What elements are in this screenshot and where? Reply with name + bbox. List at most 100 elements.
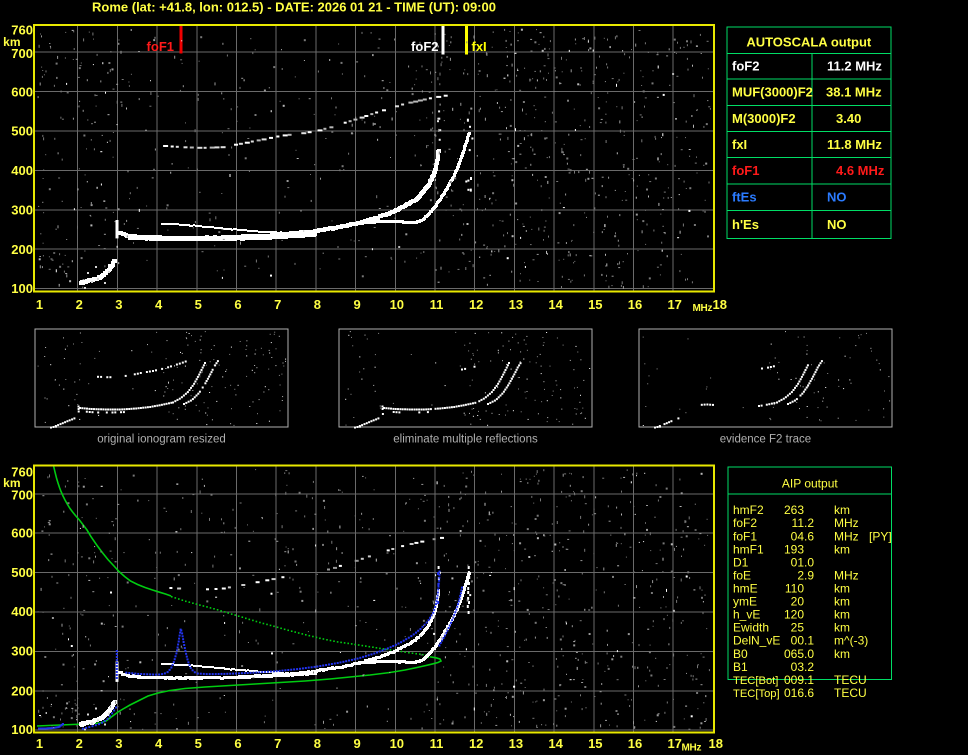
svg-text:193: 193 — [784, 542, 804, 556]
svg-text:m^(-3): m^(-3) — [834, 634, 868, 648]
svg-text:17: 17 — [667, 297, 681, 312]
svg-text:600: 600 — [11, 526, 33, 541]
svg-text:Rome (lat: +41.8, lon: 012.5): Rome (lat: +41.8, lon: 012.5) - DATE: 20… — [92, 0, 496, 15]
svg-text:01.0: 01.0 — [791, 555, 815, 569]
svg-text:h_vE: h_vE — [733, 608, 760, 622]
svg-text:03.2: 03.2 — [791, 660, 815, 674]
svg-text:11.8 MHz: 11.8 MHz — [827, 137, 882, 152]
svg-text:500: 500 — [11, 124, 33, 139]
svg-text:h'Es: h'Es — [732, 217, 759, 232]
svg-text:11: 11 — [430, 297, 444, 312]
svg-text:1: 1 — [36, 297, 43, 312]
svg-text:700: 700 — [11, 46, 33, 61]
svg-text:8: 8 — [314, 736, 321, 751]
svg-text:5: 5 — [195, 297, 202, 312]
svg-text:15: 15 — [588, 297, 602, 312]
svg-text:AIP output: AIP output — [782, 477, 838, 491]
svg-text:25: 25 — [791, 621, 805, 635]
svg-text:foF1: foF1 — [733, 529, 757, 543]
svg-text:200: 200 — [11, 684, 33, 699]
svg-text:TECU: TECU — [834, 673, 867, 687]
svg-text:4: 4 — [155, 297, 163, 312]
svg-text:km: km — [834, 595, 850, 609]
svg-text:foF2: foF2 — [733, 516, 757, 530]
svg-text:B1: B1 — [733, 660, 748, 674]
svg-text:13: 13 — [509, 736, 523, 751]
svg-text:400: 400 — [11, 163, 33, 178]
svg-text:12: 12 — [469, 297, 483, 312]
svg-text:B0: B0 — [733, 647, 748, 661]
svg-text:500: 500 — [11, 565, 33, 580]
svg-text:DelN_vE: DelN_vE — [733, 634, 780, 648]
svg-text:8: 8 — [314, 297, 321, 312]
svg-text:AUTOSCALA output: AUTOSCALA output — [746, 35, 872, 50]
svg-text:foF1: foF1 — [147, 39, 174, 54]
svg-text:2: 2 — [76, 736, 83, 751]
svg-text:10: 10 — [390, 736, 404, 751]
svg-text:100: 100 — [11, 722, 33, 737]
svg-text:300: 300 — [11, 203, 33, 218]
svg-text:2.9: 2.9 — [797, 569, 814, 583]
svg-text:foF2: foF2 — [411, 39, 438, 54]
svg-text:3.40: 3.40 — [836, 111, 861, 126]
svg-text:km: km — [834, 621, 850, 635]
svg-text:600: 600 — [11, 85, 33, 100]
svg-text:MHz: MHz — [834, 529, 859, 543]
svg-text:11.2: 11.2 — [792, 516, 815, 530]
svg-text:foF1: foF1 — [732, 163, 759, 178]
svg-text:fxI: fxI — [472, 39, 487, 54]
svg-text:11.2 MHz: 11.2 MHz — [827, 59, 882, 74]
svg-text:16: 16 — [628, 297, 642, 312]
svg-text:1: 1 — [36, 736, 43, 751]
svg-text:4: 4 — [155, 736, 163, 751]
svg-text:9: 9 — [353, 297, 360, 312]
svg-text:2: 2 — [76, 297, 83, 312]
svg-text:18: 18 — [713, 297, 727, 312]
svg-text:evidence F2 trace: evidence F2 trace — [720, 434, 811, 446]
svg-text:NO: NO — [827, 217, 847, 232]
svg-text:3: 3 — [115, 297, 122, 312]
svg-text:120: 120 — [784, 608, 804, 622]
svg-text:hmF2: hmF2 — [733, 503, 764, 517]
svg-text:6: 6 — [234, 736, 241, 751]
svg-text:[PY]: [PY] — [869, 529, 892, 543]
svg-text:eliminate multiple reflections: eliminate multiple reflections — [393, 434, 538, 446]
svg-text:TEC[Top]: TEC[Top] — [733, 688, 780, 700]
svg-text:D1: D1 — [733, 555, 749, 569]
svg-text:5: 5 — [195, 736, 202, 751]
svg-text:200: 200 — [11, 242, 33, 257]
svg-text:MUF(3000)F2: MUF(3000)F2 — [732, 85, 813, 100]
svg-text:110: 110 — [785, 582, 804, 596]
svg-text:20: 20 — [791, 595, 805, 609]
svg-text:km: km — [834, 542, 850, 556]
svg-text:38.1 MHz: 38.1 MHz — [826, 85, 882, 100]
svg-text:04.6: 04.6 — [791, 529, 815, 543]
svg-text:MHz: MHz — [682, 743, 702, 754]
svg-text:6: 6 — [234, 297, 241, 312]
svg-text:300: 300 — [11, 644, 33, 659]
svg-text:km: km — [834, 503, 850, 517]
svg-text:ymE: ymE — [733, 595, 757, 609]
svg-text:11: 11 — [430, 736, 444, 751]
svg-text:NO: NO — [827, 190, 847, 205]
svg-text:M(3000)F2: M(3000)F2 — [732, 111, 796, 126]
svg-text:4.6 MHz: 4.6 MHz — [836, 163, 885, 178]
svg-text:13: 13 — [509, 297, 523, 312]
svg-text:14: 14 — [548, 297, 563, 312]
svg-text:700: 700 — [11, 488, 33, 503]
svg-text:hmF1: hmF1 — [733, 542, 764, 556]
svg-text:15: 15 — [588, 736, 602, 751]
svg-text:17: 17 — [667, 736, 681, 751]
svg-text:MHz: MHz — [834, 516, 859, 530]
svg-text:3: 3 — [115, 736, 122, 751]
svg-text:fxI: fxI — [732, 137, 747, 152]
svg-text:14: 14 — [548, 736, 563, 751]
svg-text:foF2: foF2 — [732, 59, 759, 74]
svg-text:100: 100 — [11, 281, 33, 296]
svg-text:16: 16 — [628, 736, 642, 751]
svg-text:km: km — [834, 582, 850, 596]
svg-text:9: 9 — [353, 736, 360, 751]
svg-text:Ewidth: Ewidth — [733, 621, 769, 635]
svg-text:ftEs: ftEs — [732, 190, 757, 205]
svg-text:00.1: 00.1 — [791, 634, 815, 648]
